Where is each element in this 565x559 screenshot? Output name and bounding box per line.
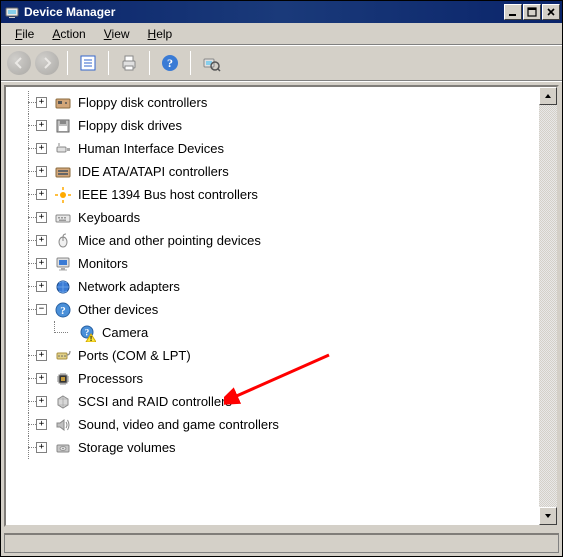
tree-item-label: IDE ATA/ATAPI controllers (78, 164, 229, 179)
tree-item-ports[interactable]: + Ports (COM & LPT) (6, 344, 557, 367)
sound-icon (54, 416, 72, 434)
tree-item-label: Processors (78, 371, 143, 386)
unknown-device-icon: ? (54, 301, 72, 319)
toolbar-separator (190, 51, 191, 75)
expand-toggle[interactable]: + (36, 97, 47, 108)
tree-item-label: Other devices (78, 302, 158, 317)
scan-hardware-button[interactable] (197, 49, 225, 77)
device-manager-window: Device Manager File Action View Help (0, 0, 563, 557)
tree-item-label: Camera (102, 325, 148, 340)
scroll-down-button[interactable] (539, 507, 557, 525)
toolbar-separator (149, 51, 150, 75)
expand-toggle[interactable]: + (36, 373, 47, 384)
keyboard-icon (54, 209, 72, 227)
tree-item-network[interactable]: + Network adapters (6, 275, 557, 298)
tree-item-label: Ports (COM & LPT) (78, 348, 191, 363)
forward-button[interactable] (35, 51, 59, 75)
tree-item-label: Mice and other pointing devices (78, 233, 261, 248)
expand-toggle[interactable]: + (36, 120, 47, 131)
tree-item-label: SCSI and RAID controllers (78, 394, 232, 409)
tree-item-label: Floppy disk controllers (78, 95, 207, 110)
floppy-controller-icon (54, 94, 72, 112)
minimize-button[interactable] (504, 4, 522, 20)
tree-item-label: IEEE 1394 Bus host controllers (78, 187, 258, 202)
tree-item-hid[interactable]: + Human Interface Devices (6, 137, 557, 160)
tree-item-floppy-controllers[interactable]: + Floppy disk controllers (6, 91, 557, 114)
collapse-toggle[interactable]: − (36, 304, 47, 315)
tree-item-label: Keyboards (78, 210, 140, 225)
expand-toggle[interactable]: + (36, 212, 47, 223)
tree-item-mice[interactable]: + Mice and other pointing devices (6, 229, 557, 252)
expand-toggle[interactable]: + (36, 281, 47, 292)
device-tree[interactable]: + Floppy disk controllers + Floppy disk … (6, 87, 557, 525)
tree-item-other-devices[interactable]: − ? Other devices (6, 298, 557, 321)
toolbar-separator (67, 51, 68, 75)
expand-toggle[interactable]: + (36, 396, 47, 407)
tree-item-label: Monitors (78, 256, 128, 271)
expand-toggle[interactable]: + (36, 419, 47, 430)
hid-icon (54, 140, 72, 158)
ide-icon (54, 163, 72, 181)
expand-toggle[interactable]: + (36, 235, 47, 246)
tree-item-camera[interactable]: ?! Camera (6, 321, 557, 344)
expand-toggle[interactable]: + (36, 442, 47, 453)
mouse-icon (54, 232, 72, 250)
menu-view[interactable]: View (96, 25, 138, 43)
close-button[interactable] (542, 4, 560, 20)
storage-icon (54, 439, 72, 457)
help-button[interactable]: ? (156, 49, 184, 77)
tree-item-label: Floppy disk drives (78, 118, 182, 133)
vertical-scrollbar[interactable] (539, 87, 557, 525)
properties-button[interactable] (74, 49, 102, 77)
ieee1394-icon (54, 186, 72, 204)
expand-toggle[interactable]: + (36, 166, 47, 177)
unknown-device-warning-icon: ?! (78, 324, 96, 342)
menu-help[interactable]: Help (140, 25, 181, 43)
ports-icon (54, 347, 72, 365)
menu-file[interactable]: File (7, 25, 42, 43)
svg-text:?: ? (85, 327, 90, 337)
svg-text:?: ? (167, 56, 173, 70)
floppy-drive-icon (54, 117, 72, 135)
tree-item-label: Network adapters (78, 279, 180, 294)
tree-item-floppy-drives[interactable]: + Floppy disk drives (6, 114, 557, 137)
tree-item-ieee1394[interactable]: + IEEE 1394 Bus host controllers (6, 183, 557, 206)
tree-item-monitors[interactable]: + Monitors (6, 252, 557, 275)
monitor-icon (54, 255, 72, 273)
tree-item-scsi[interactable]: + SCSI and RAID controllers (6, 390, 557, 413)
scroll-track[interactable] (539, 105, 557, 507)
content-area: + Floppy disk controllers + Floppy disk … (1, 81, 562, 530)
network-icon (54, 278, 72, 296)
window-title: Device Manager (24, 5, 115, 19)
svg-text:?: ? (60, 305, 66, 317)
print-button[interactable] (115, 49, 143, 77)
scsi-icon (54, 393, 72, 411)
maximize-button[interactable] (523, 4, 541, 20)
titlebar: Device Manager (1, 1, 562, 23)
processor-icon (54, 370, 72, 388)
tree-item-label: Storage volumes (78, 440, 176, 455)
back-button[interactable] (7, 51, 31, 75)
tree-item-storage[interactable]: + Storage volumes (6, 436, 557, 459)
toolbar-separator (108, 51, 109, 75)
scroll-up-button[interactable] (539, 87, 557, 105)
menu-action[interactable]: Action (44, 25, 93, 43)
tree-item-keyboards[interactable]: + Keyboards (6, 206, 557, 229)
tree-item-label: Human Interface Devices (78, 141, 224, 156)
expand-toggle[interactable]: + (36, 258, 47, 269)
menubar: File Action View Help (1, 23, 562, 45)
expand-toggle[interactable]: + (36, 143, 47, 154)
expand-toggle[interactable]: + (36, 189, 47, 200)
device-tree-panel: + Floppy disk controllers + Floppy disk … (4, 85, 559, 527)
tree-item-ide[interactable]: + IDE ATA/ATAPI controllers (6, 160, 557, 183)
toolbar: ? (1, 45, 562, 81)
expand-toggle[interactable]: + (36, 350, 47, 361)
app-icon (4, 4, 20, 20)
tree-item-label: Sound, video and game controllers (78, 417, 279, 432)
tree-item-sound[interactable]: + Sound, video and game controllers (6, 413, 557, 436)
svg-text:!: ! (90, 336, 92, 342)
statusbar (4, 533, 559, 553)
tree-item-processors[interactable]: + Processors (6, 367, 557, 390)
